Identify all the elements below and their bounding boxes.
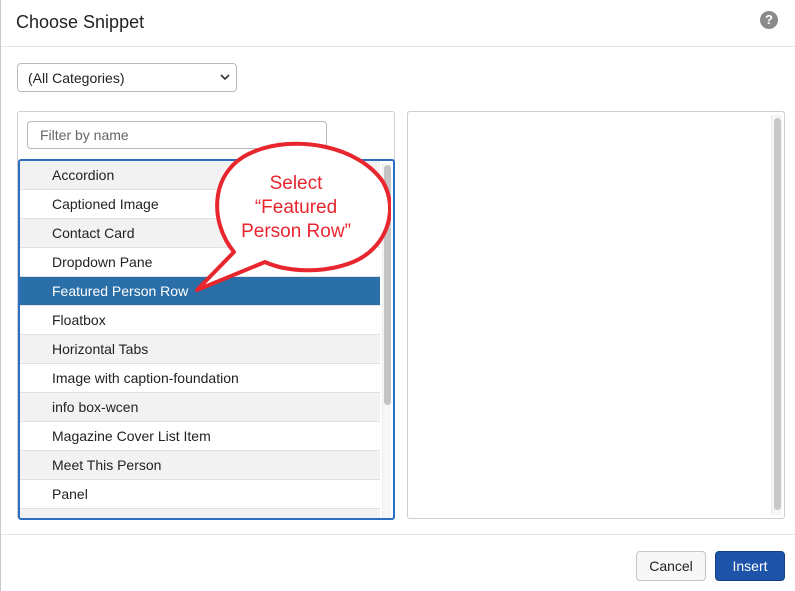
category-dropdown[interactable]: (All Categories)	[17, 63, 237, 92]
insert-button[interactable]: Insert	[715, 551, 785, 581]
snippet-list-item[interactable]: info box-wcen	[20, 393, 380, 422]
annotation-line-2: “Featured	[254, 197, 338, 218]
snippet-list-item[interactable]: Meet This Person	[20, 451, 380, 480]
dialog-footer: Cancel Insert	[1, 534, 795, 591]
annotation-line-3: Person Row”	[241, 221, 351, 242]
annotation-line-1: Select	[269, 173, 323, 194]
dialog-title: Choose Snippet	[16, 12, 145, 32]
choose-snippet-dialog: Choose Snippet ? (All Categories) Accord…	[0, 0, 795, 591]
snippet-preview-panel	[407, 111, 785, 519]
preview-scrollbar[interactable]	[771, 115, 782, 515]
help-icon[interactable]: ?	[760, 11, 778, 29]
snippet-list-item[interactable]: Floatbox	[20, 306, 380, 335]
snippet-list-item[interactable]: Magazine Cover List Item	[20, 422, 380, 451]
dialog-header: Choose Snippet ?	[1, 0, 795, 47]
snippet-list-item[interactable]: Panel	[20, 480, 380, 509]
category-selected-value: (All Categories)	[28, 70, 125, 86]
cancel-button[interactable]: Cancel	[636, 551, 706, 581]
snippet-list-item[interactable]: Image with caption-foundation	[20, 364, 380, 393]
chevron-down-icon	[220, 74, 230, 81]
snippet-list-item[interactable]: Horizontal Tabs	[20, 335, 380, 364]
snippet-list-item[interactable]: Person Card	[20, 509, 380, 518]
annotation-callout-text: Select “Featured Person Row”	[237, 172, 355, 244]
preview-scrollbar-thumb[interactable]	[774, 118, 781, 510]
